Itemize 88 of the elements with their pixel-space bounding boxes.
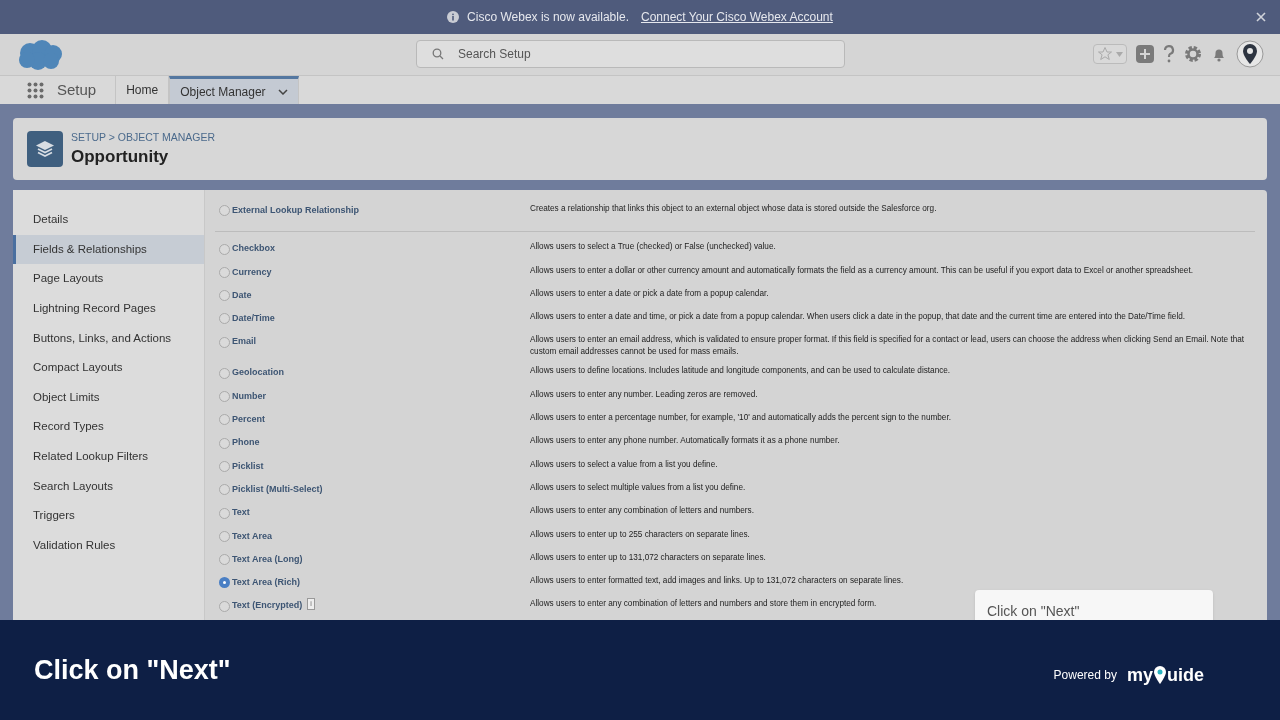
radio-button[interactable]: [219, 437, 230, 449]
search-field[interactable]: Search Setup: [416, 40, 845, 68]
instruction-text: Click on "Next": [34, 653, 231, 687]
info-icon: [447, 11, 460, 23]
field-type-label: Phone: [232, 436, 260, 450]
sidebar-item[interactable]: Fields & Relationships: [13, 234, 204, 265]
field-type-label: Picklist: [232, 459, 264, 473]
radio-button[interactable]: [219, 414, 230, 426]
field-type-label: Number: [232, 389, 266, 403]
radio-button[interactable]: [219, 460, 230, 472]
field-type-label: Text Area (Rich): [232, 576, 300, 590]
banner-text: Cisco Webex is now available.: [467, 9, 629, 26]
radio-button[interactable]: [219, 266, 230, 278]
sidebar-item[interactable]: Related Lookup Filters: [13, 441, 204, 472]
close-icon[interactable]: [1256, 12, 1266, 22]
settings-icon[interactable]: [1184, 45, 1202, 63]
field-type-description: Allows users to select multiple values from a list you define.: [530, 482, 746, 492]
nav-tab[interactable]: Object Manager: [169, 76, 299, 104]
field-type-label: External Lookup Relationship: [232, 204, 359, 217]
field-type-label: Geolocation: [232, 366, 284, 380]
field-type-description: Allows users to enter any phone number. Automatically formats it as a phone number.: [530, 436, 840, 446]
sidebar-item[interactable]: Search Layouts: [13, 471, 204, 501]
radio-button[interactable]: [219, 554, 230, 566]
radio-button[interactable]: [219, 530, 230, 542]
radio-button[interactable]: [219, 484, 230, 496]
sidebar-item[interactable]: Lightning Record Pages: [13, 293, 204, 324]
field-type-label: Currency: [232, 265, 272, 279]
layers-icon: [27, 131, 63, 167]
field-type-description: Allows users to enter any combination of letters and numbers and store them in encrypted form.: [530, 599, 877, 609]
avatar-icon[interactable]: [1236, 40, 1264, 68]
radio-button[interactable]: [219, 391, 230, 403]
radio-button[interactable]: [219, 600, 230, 612]
radio-button[interactable]: [219, 336, 230, 348]
field-type-label: Percent: [232, 413, 266, 427]
add-icon[interactable]: [1136, 45, 1154, 63]
field-type-label: Email: [232, 335, 256, 349]
radio-button[interactable]: [219, 313, 230, 325]
field-type-description: Allows users to enter a percentage number, for example, '10' and automatically adds the percent sign to the number.: [530, 413, 951, 423]
sidebar-item[interactable]: Compact Layouts: [13, 352, 204, 383]
field-type-description: Allows users to select a True (checked) or False (unchecked) value.: [530, 242, 776, 252]
sidebar-item[interactable]: Details: [13, 205, 204, 235]
help-icon[interactable]: [1163, 45, 1175, 63]
sidebar-item[interactable]: Triggers: [13, 500, 204, 531]
brand-logo: my uide: [1126, 663, 1204, 687]
app-launcher-icon[interactable]: [27, 81, 44, 99]
breadcrumb[interactable]: SETUP > OBJECT MANAGER: [71, 130, 216, 146]
field-type-description: Allows users to select a value from a list you define.: [530, 459, 718, 469]
favorites-button[interactable]: [1093, 44, 1127, 64]
search-icon: [432, 48, 444, 60]
field-type-label: Date/Time: [232, 312, 275, 326]
field-type-description: Allows users to enter up to 255 characters on separate lines.: [530, 529, 750, 539]
field-type-description: Allows users to enter a date or pick a date from a popup calendar.: [530, 288, 769, 298]
field-type-description: Allows users to enter an email address, which is validated to ensure proper format. If this field is specified for a contact or lead, users can choose the address when clicking Send an Email. Note that custom email addresses cannot be used for mass emails.: [530, 335, 1245, 357]
field-type-label: Date: [232, 288, 252, 302]
tooltip-text: Click on "Next": [987, 603, 1080, 619]
banner-link[interactable]: Connect Your Cisco Webex Account: [640, 8, 833, 26]
field-type-description: Creates a relationship that links this object to an external object whose data is stored outside the Salesforce org.: [530, 204, 937, 213]
field-type-description: Allows users to enter a dollar or other currency amount and automatically formats the field as a currency amount. This can be useful if you export data to Excel or another spreadsheet.: [530, 265, 1193, 275]
radio-button[interactable]: [219, 243, 230, 255]
caret-icon: [1116, 51, 1123, 57]
field-type-description: Allows users to enter formatted text, add images and links. Up to 131,072 characters on separate lines.: [530, 576, 904, 586]
field-type-label: Text Area (Long): [232, 552, 303, 566]
radio-button[interactable]: [219, 205, 230, 217]
field-type-label: Text Area: [232, 529, 273, 543]
field-type-label: Text (Encrypted): [232, 599, 303, 613]
cloud-logo: [16, 38, 64, 71]
field-type-description: Allows users to define locations. Includes latitude and longitude components, and can be used to calculate distance.: [530, 366, 951, 376]
field-type-label: Text: [232, 506, 250, 520]
radio-button[interactable]: [219, 367, 230, 379]
sidebar-item[interactable]: Validation Rules: [13, 530, 204, 561]
sidebar-item[interactable]: Object Limits: [13, 382, 204, 413]
field-type-description: Allows users to enter up to 131,072 characters on separate lines.: [530, 552, 766, 562]
radio-button[interactable]: [219, 290, 230, 302]
field-type-description: Allows users to enter any combination of letters and numbers.: [530, 506, 754, 516]
chevron-down-icon[interactable]: [277, 88, 288, 95]
powered-by-text: Powered by: [1053, 667, 1117, 684]
star-icon: [1097, 46, 1113, 62]
radio-button[interactable]: [219, 507, 230, 519]
field-type-label: Checkbox: [232, 242, 275, 256]
app-name: Setup: [57, 79, 97, 100]
field-type-description: Allows users to enter a date and time, or pick a date from a popup calendar. When users click a date in the popup, that date and the current time are entered into the Date/Time field.: [530, 312, 1186, 322]
radio-button[interactable]: [219, 577, 230, 589]
sidebar-item[interactable]: Page Layouts: [13, 264, 204, 294]
field-type-description: Allows users to enter any number. Leading zeros are removed.: [530, 389, 758, 399]
field-type-label: Picklist (Multi-Select): [232, 482, 323, 496]
sidebar-item[interactable]: Buttons, Links, and Actions: [13, 323, 204, 353]
page-title: Opportunity: [71, 145, 170, 168]
sidebar-item[interactable]: Record Types: [13, 412, 204, 442]
